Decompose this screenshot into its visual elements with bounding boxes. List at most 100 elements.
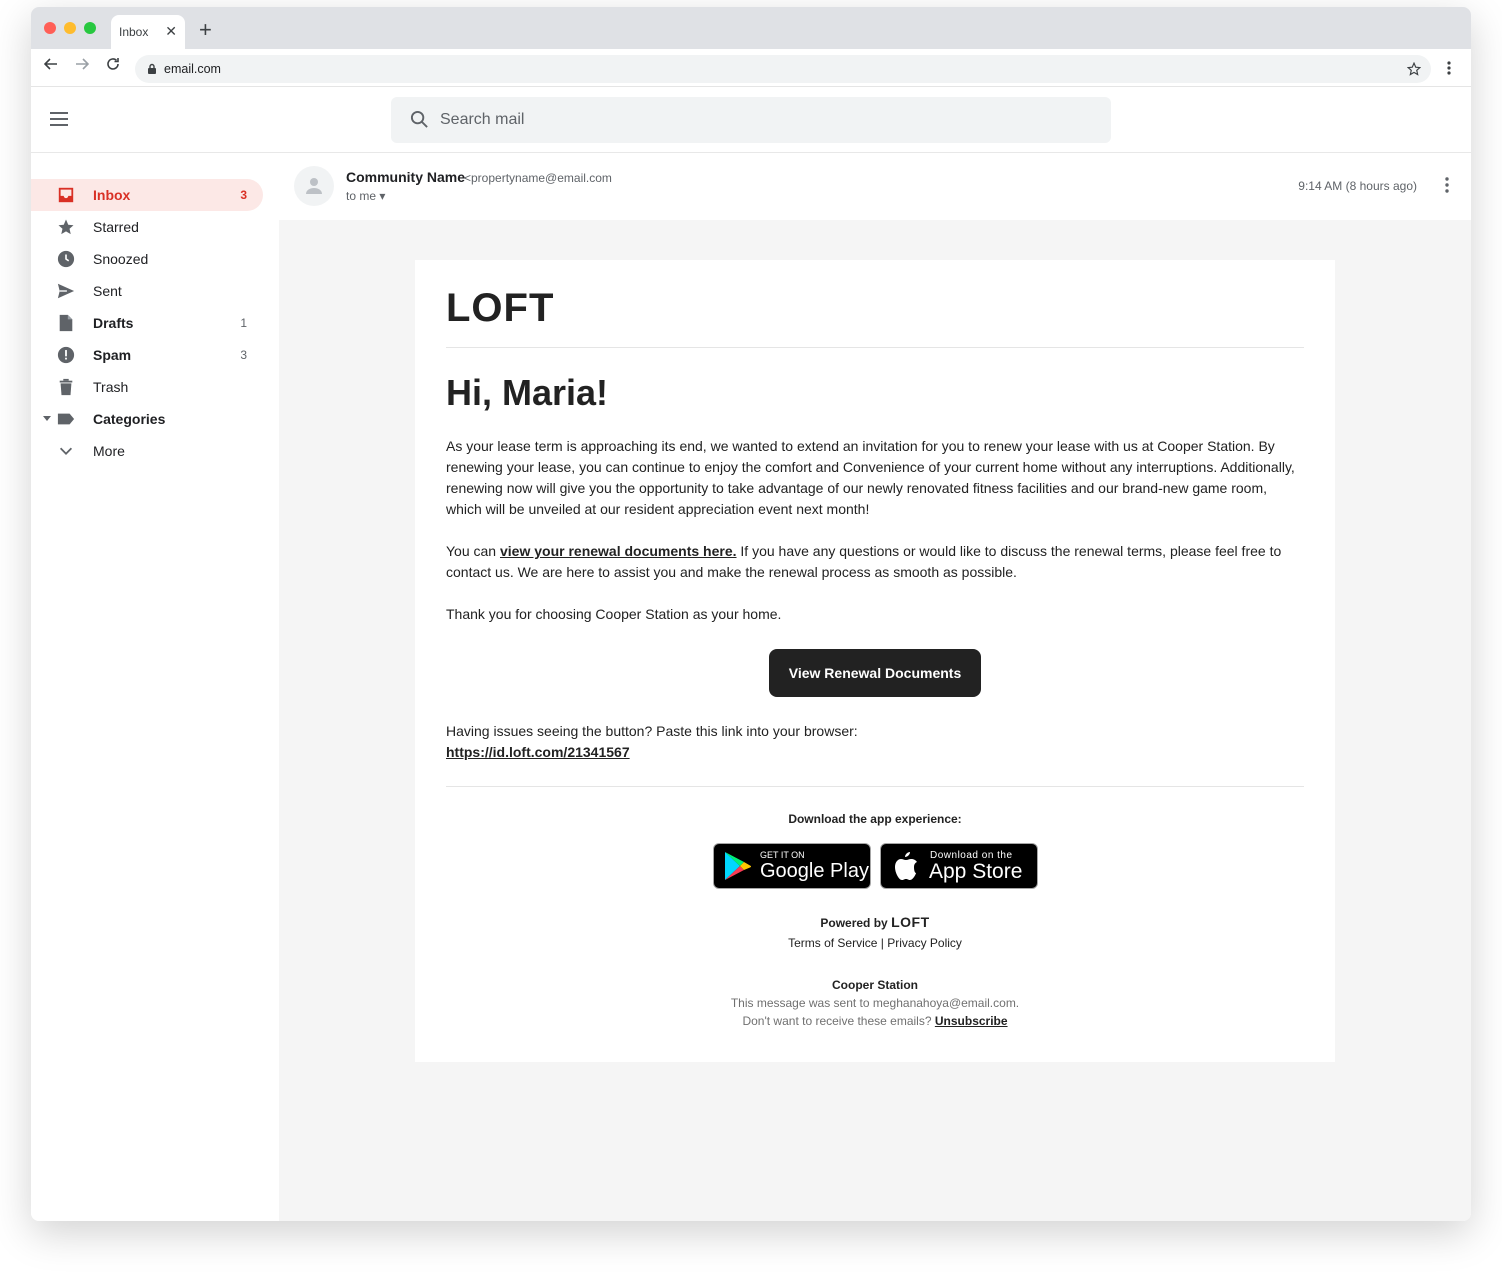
hamburger-menu-icon[interactable] bbox=[50, 112, 68, 131]
sidebar-item-label: Categories bbox=[93, 411, 166, 427]
send-icon bbox=[57, 283, 75, 299]
search-icon bbox=[410, 110, 428, 128]
loft-logo: LOFT bbox=[446, 288, 554, 328]
powered-by-row: Powered by LOFT bbox=[415, 914, 1335, 930]
recipient-dropdown[interactable]: to me ▾ bbox=[346, 189, 385, 203]
apple-icon bbox=[895, 852, 917, 880]
community-name: Cooper Station bbox=[832, 978, 918, 992]
sidebar-item-trash[interactable]: Trash bbox=[31, 371, 263, 403]
address-bar[interactable]: email.com bbox=[135, 55, 1431, 83]
search-input[interactable]: Search mail bbox=[391, 97, 1111, 143]
view-renewal-documents-button[interactable]: View Renewal Documents bbox=[769, 649, 981, 697]
sidebar: Inbox 3 Starred Snoozed Sent Drafts 1 Sp… bbox=[31, 153, 279, 1221]
google-play-badge[interactable]: GET IT ON Google Play bbox=[713, 843, 871, 889]
navigation-bar: email.com bbox=[31, 49, 1471, 87]
recipient-label: to me bbox=[346, 189, 377, 203]
trash-icon bbox=[59, 378, 73, 396]
spam-count: 3 bbox=[240, 348, 247, 362]
sent-to-notice: This message was sent to meghanahoya@ema… bbox=[730, 996, 1020, 1010]
legal-links: Terms of Service | Privacy Policy bbox=[415, 936, 1335, 950]
sidebar-item-snoozed[interactable]: Snoozed bbox=[31, 243, 263, 275]
powered-by-logo: LOFT bbox=[891, 914, 930, 930]
privacy-policy-link[interactable]: Privacy Policy bbox=[887, 936, 962, 950]
body-paragraph: As your lease term is approaching its en… bbox=[446, 438, 1295, 517]
terms-of-service-link[interactable]: Terms of Service bbox=[788, 936, 877, 950]
sidebar-item-drafts[interactable]: Drafts 1 bbox=[31, 307, 263, 339]
body-paragraph-documents: You can view your renewal documents here… bbox=[446, 541, 1306, 583]
sidebar-item-label: Starred bbox=[93, 219, 139, 235]
sidebar-item-categories[interactable]: Categories bbox=[31, 403, 263, 435]
close-window-button[interactable] bbox=[44, 22, 56, 34]
app-store-badge[interactable]: Download on the App Store bbox=[880, 843, 1038, 889]
sidebar-item-label: More bbox=[93, 443, 125, 459]
search-placeholder: Search mail bbox=[440, 111, 525, 128]
tab-bar: Inbox ✕ + bbox=[31, 7, 1471, 49]
browser-window: Inbox ✕ + email.com Search mail Inbox 3 … bbox=[31, 7, 1471, 1221]
sidebar-item-sent[interactable]: Sent bbox=[31, 275, 263, 307]
browser-menu-icon[interactable] bbox=[1447, 61, 1451, 75]
message-timestamp: 9:14 AM (8 hours ago) bbox=[1298, 179, 1417, 193]
sidebar-item-label: Inbox bbox=[93, 187, 131, 203]
mail-header: Search mail bbox=[31, 87, 1471, 153]
email-body-card: LOFT Hi, Maria! As your lease term is ap… bbox=[415, 260, 1335, 1062]
unsubscribe-prefix: Don't want to receive these emails? bbox=[742, 1014, 932, 1028]
google-play-icon bbox=[725, 852, 752, 880]
sidebar-item-label: Drafts bbox=[93, 315, 134, 331]
paragraph-text: You can bbox=[446, 543, 500, 559]
url-text: email.com bbox=[164, 62, 221, 76]
separator: | bbox=[880, 936, 884, 950]
bookmark-star-icon[interactable] bbox=[1407, 62, 1421, 76]
powered-by-label: Powered by bbox=[820, 916, 888, 930]
caret-down-icon: ▾ bbox=[379, 189, 386, 203]
chevron-down-icon bbox=[59, 447, 73, 455]
fallback-link[interactable]: https://id.loft.com/21341567 bbox=[446, 744, 630, 760]
spam-alert-icon bbox=[57, 346, 75, 364]
download-heading: Download the app experience: bbox=[788, 812, 962, 826]
renewal-documents-link[interactable]: view your renewal documents here. bbox=[500, 543, 737, 559]
sidebar-item-label: Sent bbox=[93, 283, 122, 299]
unsubscribe-link[interactable]: Unsubscribe bbox=[935, 1014, 1008, 1028]
label-tag-icon bbox=[57, 413, 75, 425]
person-icon bbox=[306, 178, 322, 194]
maximize-window-button[interactable] bbox=[84, 22, 96, 34]
forward-arrow-icon[interactable] bbox=[72, 57, 92, 77]
minimize-window-button[interactable] bbox=[64, 22, 76, 34]
greeting-heading: Hi, Maria! bbox=[446, 372, 609, 413]
inbox-icon bbox=[58, 187, 74, 203]
avatar[interactable] bbox=[294, 166, 334, 206]
fallback-link-row: https://id.loft.com/21341567 bbox=[446, 742, 1306, 763]
sender-name: Community Name bbox=[346, 169, 466, 185]
sidebar-item-label: Trash bbox=[93, 379, 129, 395]
sidebar-item-label: Snoozed bbox=[93, 251, 149, 267]
caret-down-icon[interactable] bbox=[43, 416, 51, 422]
tab-title: Inbox bbox=[119, 25, 149, 39]
tab-inbox[interactable]: Inbox ✕ bbox=[111, 15, 185, 49]
body-paragraph-thanks: Thank you for choosing Cooper Station as… bbox=[446, 606, 782, 622]
badge-big-text: App Store bbox=[929, 860, 1023, 883]
more-options-icon[interactable] bbox=[1445, 177, 1449, 193]
fallback-text: Having issues seeing the button? Paste t… bbox=[446, 723, 858, 739]
sidebar-item-starred[interactable]: Starred bbox=[31, 211, 263, 243]
message-pane: Community Name <propertyname@email.com t… bbox=[279, 153, 1471, 1221]
drafts-count: 1 bbox=[240, 316, 247, 330]
clock-icon bbox=[57, 250, 75, 268]
logo-wordmark: LOFT bbox=[446, 286, 555, 330]
badge-big-text: Google Play bbox=[760, 860, 869, 882]
sidebar-item-label: Spam bbox=[93, 347, 132, 363]
unsubscribe-row: Don't want to receive these emails? Unsu… bbox=[415, 1014, 1335, 1028]
sidebar-item-more[interactable]: More bbox=[31, 435, 263, 467]
sender-email: <propertyname@email.com bbox=[464, 171, 612, 185]
star-icon bbox=[58, 219, 74, 235]
new-tab-button[interactable]: + bbox=[199, 19, 212, 41]
sidebar-item-spam[interactable]: Spam 3 bbox=[31, 339, 263, 371]
back-arrow-icon[interactable] bbox=[41, 57, 61, 77]
message-header: Community Name <propertyname@email.com t… bbox=[279, 153, 1471, 220]
sidebar-item-inbox[interactable]: Inbox 3 bbox=[31, 179, 263, 211]
unread-count: 3 bbox=[240, 188, 247, 202]
draft-document-icon bbox=[59, 314, 73, 332]
divider bbox=[446, 347, 1304, 348]
close-icon[interactable]: ✕ bbox=[165, 23, 177, 40]
lock-icon bbox=[148, 63, 156, 74]
reload-icon[interactable] bbox=[103, 57, 123, 77]
badge-small-text: GET IT ON bbox=[760, 850, 805, 860]
